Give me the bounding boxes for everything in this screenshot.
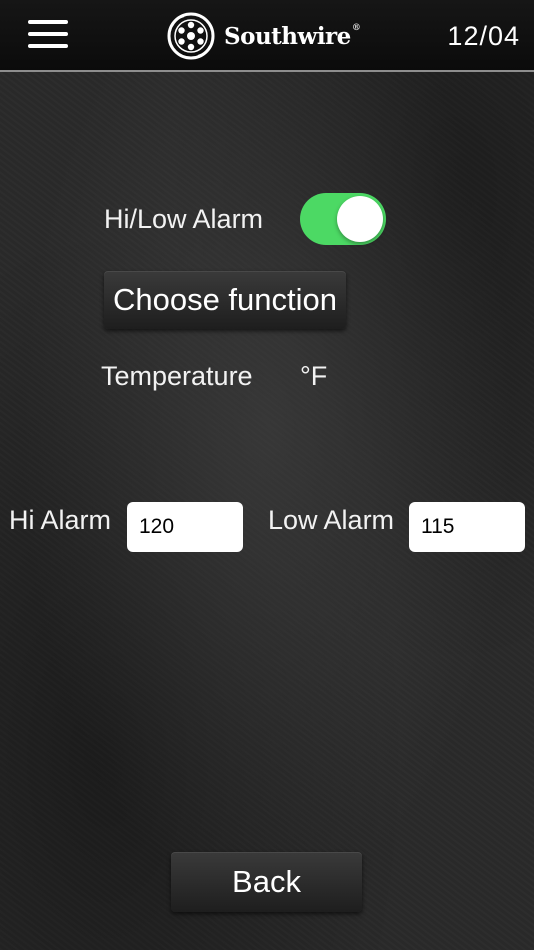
alarm-toggle-label: Hi/Low Alarm (104, 204, 264, 234)
choose-function-button[interactable]: Choose function (104, 271, 346, 329)
unit-label: °F (300, 361, 328, 391)
hi-low-alarm-toggle[interactable] (300, 193, 386, 245)
toggle-knob (337, 196, 383, 242)
registered-mark: ® (351, 22, 361, 33)
hamburger-menu-icon[interactable] (28, 18, 68, 50)
brand-name: Southwire® (224, 22, 361, 50)
hi-alarm-label: Hi Alarm (9, 505, 112, 535)
hi-alarm-input[interactable]: 120 (127, 502, 243, 552)
top-bar: Southwire® 12/04 (0, 0, 534, 72)
back-button[interactable]: Back (171, 852, 362, 912)
date-display: 12/04 (447, 21, 520, 51)
low-alarm-label: Low Alarm (268, 505, 395, 535)
low-alarm-input[interactable]: 115 (409, 502, 525, 552)
selected-function-label: Temperature (101, 361, 253, 391)
southwire-logo: Southwire® (166, 12, 361, 60)
southwire-logo-icon (167, 12, 215, 60)
